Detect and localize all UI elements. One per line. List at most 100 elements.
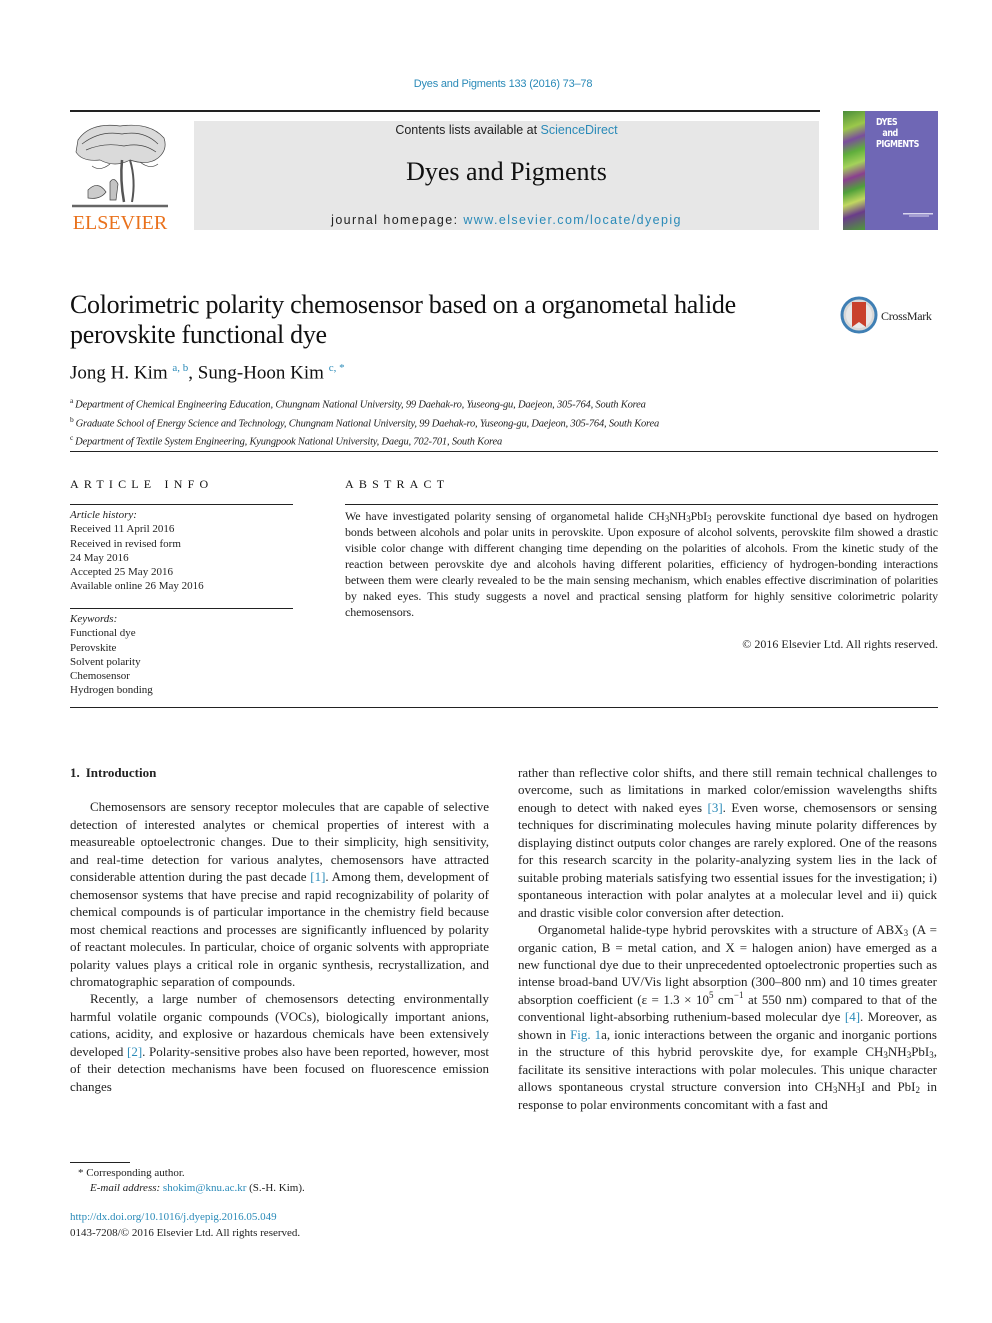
keywords-label: Keywords: (70, 613, 118, 625)
paragraph-text: PbI (911, 1044, 930, 1060)
history-item: Available online 26 May 2016 (70, 580, 204, 593)
body-column-left: 1. Introduction Chemosensors are sensory … (70, 764, 489, 1095)
paragraph-text: NH (837, 1079, 857, 1095)
history-item: Received in revised form (70, 537, 181, 550)
section-divider (70, 451, 938, 452)
section-title: Introduction (85, 765, 157, 780)
cover-title: DYES and PIGMENTS (876, 117, 919, 150)
author-name[interactable]: Jong H. Kim (70, 362, 168, 383)
article-history: Article history: Received 11 April 2016 … (70, 508, 300, 594)
abstract-text: We have investigated polarity sensing of… (345, 509, 649, 523)
elsevier-logo[interactable]: ELSEVIER (70, 120, 170, 234)
contents-prefix: Contents lists available at (395, 123, 541, 137)
section-number: 1. (70, 765, 80, 780)
reference-link[interactable]: [4] (845, 1009, 860, 1024)
elsevier-wordmark: ELSEVIER (72, 212, 168, 234)
affiliation-text: Graduate School of Energy Science and Te… (75, 418, 660, 429)
journal-cover-image[interactable]: DYES and PIGMENTS (843, 111, 938, 230)
section-heading: 1. Introduction (70, 764, 489, 781)
affiliation-mark: a (70, 396, 74, 405)
figure-link[interactable]: Fig. 1 (570, 1027, 601, 1042)
keyword-item: Solvent polarity (70, 655, 141, 668)
reference-link[interactable]: [1] (310, 869, 325, 884)
cover-title-line: and (882, 128, 898, 139)
corresponding-author-line: * Corresponding author. (78, 1166, 305, 1181)
elsevier-tree-icon (72, 124, 168, 208)
author-list: Jong H. Kim a, b, Sung-Hoon Kim c, * (70, 362, 345, 384)
affiliation-item: b Graduate School of Energy Science and T… (70, 413, 659, 432)
paragraph: Organometal halide-type hybrid perovskit… (518, 921, 937, 1113)
abstract-body: We have investigated polarity sensing of… (345, 508, 938, 620)
cover-title-line: DYES (876, 117, 898, 128)
paragraph: Chemosensors are sensory receptor molecu… (70, 798, 489, 990)
chemical-formula: CH3NH3PbI3 (648, 509, 711, 524)
article-title-line: Colorimetric polarity chemosensor based … (70, 290, 736, 319)
keyword-item: Functional dye (70, 627, 136, 640)
keywords-rule (70, 608, 293, 609)
doi-block: http://dx.doi.org/10.1016/j.dyepig.2016.… (70, 1210, 300, 1241)
corresponding-author-footnote: * Corresponding author. E-mail address: … (78, 1166, 305, 1196)
keyword-item: Hydrogen bonding (70, 684, 153, 697)
cover-art-strip (843, 111, 865, 230)
article-title-line: perovskite functional dye (70, 320, 327, 349)
abstract-text: perovskite functional dye based on hydro… (345, 509, 938, 619)
paragraph-text: NH (887, 1044, 907, 1060)
body-column-right: rather than reflective color shifts, and… (518, 764, 937, 1113)
article-title: Colorimetric polarity chemosensor based … (70, 290, 830, 350)
abstract-copyright: © 2016 Elsevier Ltd. All rights reserved… (742, 637, 938, 651)
journal-name: Dyes and Pigments (406, 157, 607, 186)
doi-link[interactable]: http://dx.doi.org/10.1016/j.dyepig.2016.… (70, 1211, 277, 1223)
journal-homepage-link[interactable]: www.elsevier.com/locate/dyepig (463, 213, 681, 227)
reference-link[interactable]: [3] (707, 800, 722, 815)
section-divider (70, 707, 938, 708)
journal-citation-link[interactable]: Dyes and Pigments 133 (2016) 73–78 (0, 78, 992, 90)
formula-part: PbI (690, 509, 708, 523)
affiliation-mark: b (70, 414, 74, 424)
affiliation-item: a Department of Chemical Engineering Educ… (70, 394, 659, 413)
formula-part: NH (669, 509, 687, 523)
paragraph-text: I and PbI (860, 1079, 916, 1095)
homepage-prefix: journal homepage: (331, 213, 464, 227)
history-item: Received 11 April 2016 (70, 523, 175, 536)
abstract-heading: ABSTRACT (345, 477, 450, 491)
crossmark-label: CrossMark (881, 309, 932, 323)
sciencedirect-link[interactable]: ScienceDirect (541, 123, 618, 137)
email-label: E-mail address: (90, 1182, 161, 1194)
cover-publisher-mark-icon (903, 213, 933, 217)
cover-title-line: PIGMENTS (876, 139, 919, 150)
affiliation-mark: c (70, 433, 74, 442)
author-affiliation-marks[interactable]: c, * (329, 362, 345, 374)
footnote-text: Corresponding author. (83, 1167, 185, 1179)
author-affiliation-marks[interactable]: a, b (172, 362, 188, 374)
crossmark-badge[interactable]: CrossMark (840, 296, 940, 336)
reference-link[interactable]: [2] (127, 1044, 142, 1059)
email-link[interactable]: shokim@knu.ac.kr (163, 1182, 246, 1194)
homepage-line: journal homepage: www.elsevier.com/locat… (194, 213, 819, 227)
affiliation-text: Department of Textile System Engineering… (75, 436, 503, 448)
affiliation-text: Department of Chemical Engineering Educa… (75, 399, 646, 411)
contents-line: Contents lists available at ScienceDirec… (194, 123, 819, 137)
paragraph-text: cm (713, 991, 734, 1007)
author-name[interactable]: Sung-Hoon Kim (198, 362, 324, 383)
keywords: Keywords: Functional dye Perovskite Solv… (70, 612, 300, 698)
crossmark-icon (840, 296, 878, 334)
footnote-rule (70, 1162, 130, 1163)
header-rule (70, 110, 820, 112)
formula-part: CH (648, 509, 665, 523)
paragraph-text: Organometal halide-type hybrid perovskit… (538, 922, 904, 938)
article-history-label: Article history: (70, 509, 137, 521)
abstract-rule (345, 504, 938, 505)
paragraph: Recently, a large number of chemosensors… (70, 990, 489, 1095)
keyword-item: Perovskite (70, 641, 117, 654)
affiliations: a Department of Chemical Engineering Educ… (70, 394, 659, 450)
paragraph-text: . Among them, development of chemosensor… (70, 869, 489, 989)
keyword-item: Chemosensor (70, 670, 130, 683)
journal-banner: Contents lists available at ScienceDirec… (194, 121, 819, 230)
author-separator: , (188, 362, 198, 384)
affiliation-item: c Department of Textile System Engineerin… (70, 431, 659, 450)
history-item: 24 May 2016 (70, 551, 129, 564)
email-suffix: (S.-H. Kim). (246, 1182, 305, 1194)
email-line: E-mail address: shokim@knu.ac.kr (S.-H. … (78, 1181, 305, 1196)
article-info-rule (70, 504, 293, 505)
paragraph-text: . Even worse, chemosensors or sensing te… (518, 799, 938, 920)
